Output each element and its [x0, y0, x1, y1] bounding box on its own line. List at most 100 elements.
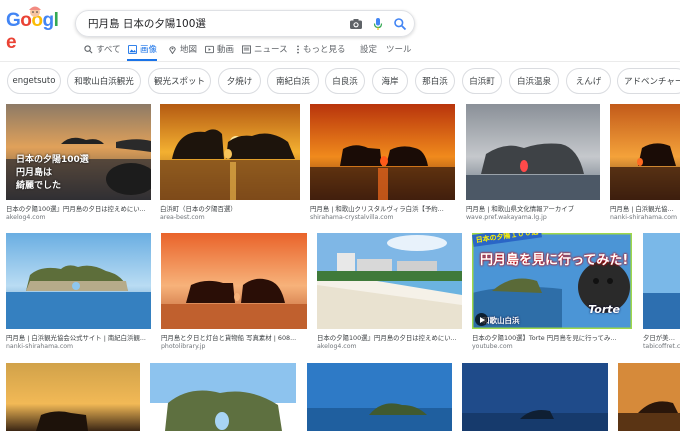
microphone-icon[interactable] [371, 17, 385, 31]
result-thumbnail[interactable] [161, 233, 307, 329]
result-thumbnail[interactable] [150, 363, 296, 431]
result-source[interactable]: akelog4.com [6, 214, 151, 222]
chip[interactable]: 和歌山白浜観光 [67, 68, 141, 94]
image-result[interactable] [618, 363, 680, 431]
result-thumbnail[interactable] [643, 233, 680, 329]
google-logo[interactable]: Google [6, 6, 66, 53]
thumbnail-overlay-text: 綺麗でした [16, 181, 62, 191]
header-divider [0, 61, 680, 62]
tab-all-label: すべて [96, 45, 121, 55]
result-title[interactable]: 日本の夕陽100選』円月島の夕日は控えめにい... [317, 334, 462, 342]
sunset-photo [466, 104, 600, 200]
tab-all[interactable]: すべて [84, 43, 121, 55]
chip[interactable]: 夕焼け [218, 68, 261, 94]
map-pin-icon [169, 45, 176, 54]
chip[interactable]: 白良浜 [325, 68, 365, 94]
search-icon[interactable] [393, 17, 407, 31]
chip[interactable]: 観光スポット [148, 68, 211, 94]
tab-maps-label: 地図 [180, 45, 198, 55]
video-icon [205, 45, 214, 53]
result-thumbnail[interactable] [466, 104, 600, 200]
tab-more[interactable]: もっと見る [296, 43, 346, 55]
image-result[interactable] [307, 363, 452, 431]
chip[interactable]: 海岸 [372, 68, 408, 94]
result-thumbnail[interactable] [307, 363, 452, 431]
result-thumbnail[interactable] [317, 233, 462, 329]
result-thumbnail[interactable] [6, 363, 140, 431]
related-search-chips: engetsuto 和歌山白浜観光 観光スポット 夕焼け 南紀白浜 白良浜 海岸… [0, 68, 680, 96]
result-source[interactable]: nanki-shirahama.com [610, 214, 680, 222]
result-title[interactable]: 円月島 | 和歌山県文化情報アーカイブ [466, 205, 600, 213]
chip[interactable]: engetsuto [7, 68, 61, 94]
image-result[interactable] [150, 363, 296, 431]
sunset-photo [161, 233, 307, 329]
result-title[interactable]: 日本の夕陽100選】Torte 円月島を見に行ってみ... [472, 334, 632, 342]
result-thumbnail[interactable]: 日本の夕陽１００選 円月島を見に行ってみた! 和歌山白浜 Torte [472, 233, 632, 329]
image-result[interactable]: 白浜町（日本の夕陽百選） area-best.com [160, 104, 300, 224]
result-thumbnail[interactable] [6, 233, 151, 329]
result-title[interactable]: 白浜町（日本の夕陽百選） [160, 205, 300, 213]
result-source[interactable]: wave.pref.wakayama.lg.jp [466, 214, 600, 222]
result-title[interactable]: 日本の夕陽100選』円月島の夕日は控えめにい... [6, 205, 151, 213]
search-box[interactable]: 円月島 日本の夕陽100選 [75, 10, 415, 37]
result-source[interactable]: photolibrary.jp [161, 343, 307, 351]
tools-link[interactable]: ツール [386, 43, 412, 55]
more-vertical-icon [297, 44, 299, 54]
beach-photo [317, 233, 462, 329]
tab-images[interactable]: 画像 [128, 43, 157, 55]
result-source[interactable]: youtube.com [472, 343, 632, 351]
search-input[interactable]: 円月島 日本の夕陽100選 [88, 16, 206, 31]
image-icon [128, 44, 137, 54]
result-thumbnail[interactable] [610, 104, 680, 200]
image-result[interactable]: 円月島 | 白浜観光協会公式サイト | 南紀白浜観... nanki-shira… [6, 233, 151, 355]
play-icon[interactable] [475, 313, 488, 326]
sunset-photo [618, 363, 680, 431]
image-result[interactable]: 円月島 | 白浜観光協会公... nanki-shirahama.com [610, 104, 680, 224]
image-result[interactable]: 夕日が美しい... tabicoffret.co... [643, 233, 680, 355]
tab-videos-label: 動画 [217, 45, 235, 55]
chip[interactable]: 南紀白浜 [267, 68, 319, 94]
sunset-photo [160, 104, 300, 200]
result-title[interactable]: 円月島と夕日と灯台と貨物船 写真素材 | 608... [161, 334, 307, 342]
result-source[interactable]: area-best.com [160, 214, 300, 222]
result-source[interactable]: akelog4.com [317, 343, 462, 351]
chip[interactable]: 那白浜 [415, 68, 455, 94]
tab-videos[interactable]: 動画 [205, 43, 234, 55]
sea-photo [462, 363, 608, 431]
result-thumbnail[interactable] [310, 104, 455, 200]
image-result[interactable] [6, 363, 140, 431]
chip[interactable]: 白浜温泉 [509, 68, 559, 94]
result-thumbnail[interactable]: 日本の夕陽100選 円月島は 綺麗でした [6, 104, 151, 200]
tab-more-label: もっと見る [303, 45, 346, 55]
result-title[interactable]: 円月島 | 和歌山クリスタルヴィラ白浜【予約... [310, 205, 455, 213]
image-result[interactable]: 日本の夕陽100選 円月島は 綺麗でした 日本の夕陽100選』円月島の夕日は控え… [6, 104, 151, 224]
result-title[interactable]: 円月島 | 白浜観光協会公... [610, 205, 680, 213]
image-result[interactable]: 円月島 | 和歌山クリスタルヴィラ白浜【予約... shirahama-crys… [310, 104, 455, 224]
chip[interactable]: アドベンチャー [617, 68, 680, 94]
image-result[interactable]: 日本の夕陽100選』円月島の夕日は控えめにい... akelog4.com [317, 233, 462, 355]
image-result[interactable]: 円月島と夕日と灯台と貨物船 写真素材 | 608... photolibrary… [161, 233, 307, 355]
result-source[interactable]: tabicoffret.co... [643, 343, 680, 351]
settings-label: 設定 [360, 45, 378, 55]
result-title[interactable]: 円月島 | 白浜観光協会公式サイト | 南紀白浜観... [6, 334, 151, 342]
image-result[interactable]: 日本の夕陽１００選 円月島を見に行ってみた! 和歌山白浜 Torte 日本の夕陽… [472, 233, 632, 355]
chip[interactable]: 白浜町 [462, 68, 502, 94]
settings-link[interactable]: 設定 [360, 43, 377, 55]
image-result[interactable] [462, 363, 608, 431]
tools-label: ツール [386, 45, 412, 55]
sea-photo [643, 233, 680, 329]
tab-maps[interactable]: 地図 [168, 43, 197, 55]
thumbnail-overlay-text: 円月島は [16, 168, 53, 178]
sea-photo [150, 363, 296, 431]
result-thumbnail[interactable] [462, 363, 608, 431]
result-source[interactable]: shirahama-crystalvilla.com [310, 214, 455, 222]
video-banner-brand: Torte [588, 303, 620, 316]
chip[interactable]: えんげ [566, 68, 611, 94]
result-thumbnail[interactable] [618, 363, 680, 431]
result-source[interactable]: nanki-shirahama.com [6, 343, 151, 351]
image-result[interactable]: 円月島 | 和歌山県文化情報アーカイブ wave.pref.wakayama.l… [466, 104, 600, 224]
camera-icon[interactable] [349, 17, 363, 31]
tab-news[interactable]: ニュース [242, 43, 288, 55]
result-thumbnail[interactable] [160, 104, 300, 200]
result-title[interactable]: 夕日が美しい... [643, 334, 680, 342]
